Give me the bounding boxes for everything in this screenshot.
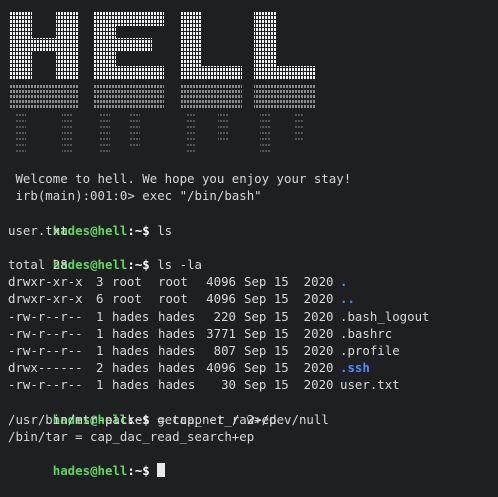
listing-name: .bash_logout <box>340 308 430 324</box>
listing-name: .profile <box>340 342 400 358</box>
listing-date: Sep 15 2020 <box>244 360 334 376</box>
listing-permissions: -rw-r--r-- <box>8 325 83 341</box>
irb-command-line: irb(main):001:0> exec "/bin/bash" <box>8 188 262 204</box>
listing-row: -rw-r--r-- 1 hades hades 220 Sep 15 2020 .bash… <box>8 308 498 325</box>
banner-reflection-faint <box>16 112 304 152</box>
listing-size: 3771 <box>206 325 236 341</box>
listing-size: 4096 <box>206 274 236 290</box>
listing-size: 220 <box>213 308 236 324</box>
listing-permissions: drwxr-xr-x <box>8 274 83 290</box>
listing-links: 3 <box>96 274 104 290</box>
prompt-line-ls: hades@hell:~$ ls <box>8 204 498 238</box>
listing-date: Sep 15 2020 <box>244 308 334 324</box>
listing-links: 1 <box>96 342 104 358</box>
terminal-output[interactable]: Welcome to hell. We hope you enjoy your … <box>8 170 498 478</box>
listing-links: 2 <box>96 360 104 376</box>
listing-date: Sep 15 2020 <box>244 325 334 341</box>
listing-owner: hades <box>112 342 150 358</box>
getcap-output-line: /bin/tar = cap_dac_read_search+ep <box>8 428 255 444</box>
listing-row: drwxr-xr-x 6 root root 4096 Sep 15 2020.. <box>8 290 498 307</box>
listing-size: 30 <box>221 377 236 393</box>
listing-owner: hades <box>112 325 150 341</box>
banner-letter-h <box>10 12 78 80</box>
prompt-line-active[interactable]: hades@hell:~$ <box>8 445 498 478</box>
listing-group: hades <box>158 377 196 393</box>
listing-date: Sep 15 2020 <box>244 274 334 290</box>
prompt-path: :~$ <box>127 256 150 272</box>
listing-row: drwxr-xr-x 3 root root 4096 Sep 15 2020. <box>8 273 498 290</box>
banner-letter-l2 <box>254 12 316 80</box>
command-text: ls -la <box>149 256 202 272</box>
listing-name: user.txt <box>340 377 400 393</box>
listing-group: hades <box>158 325 196 341</box>
listing-permissions: -rw-r--r-- <box>8 377 83 393</box>
listing-owner: hades <box>112 360 150 376</box>
listing-links: 6 <box>96 291 104 307</box>
command-text: ls <box>149 222 173 238</box>
ascii-art-banner <box>10 12 316 152</box>
listing-date: Sep 15 2020 <box>244 342 334 358</box>
listing-size: 4096 <box>206 291 236 307</box>
listing-owner: hades <box>112 308 150 324</box>
listing-date: Sep 15 2020 <box>244 291 334 307</box>
listing-date: Sep 15 2020 <box>244 377 334 393</box>
command-input[interactable] <box>150 463 157 478</box>
listing-row: -rw-r--r-- 1 hades hades 3771 Sep 15 2020 .bas… <box>8 325 498 342</box>
prompt-path: :~$ <box>127 463 150 479</box>
listing-permissions: drwx------ <box>8 360 83 376</box>
welcome-message: Welcome to hell. We hope you enjoy your … <box>8 171 352 186</box>
listing-size: 4096 <box>206 360 236 376</box>
listing-permissions: drwxr-xr-x <box>8 291 83 307</box>
listing-row: -rw-r--r-- 1 hades hades 807 Sep 15 2020 .prof… <box>8 342 498 359</box>
listing-name: .ssh <box>340 360 370 376</box>
prompt-line-getcap: hades@hell:~$ getcap -r / 2>/dev/null <box>8 393 498 427</box>
terminal-window[interactable]: Welcome to hell. We hope you enjoy your … <box>0 0 498 478</box>
prompt-path: :~$ <box>127 222 150 238</box>
listing-links: 1 <box>96 308 104 324</box>
banner-reflection-dim <box>10 84 316 110</box>
banner-letter-l1 <box>180 12 242 80</box>
listing-row: -rw-r--r-- 1 hades hades 30 Sep 15 2020 user.t… <box>8 376 498 393</box>
prompt-user-host: hades@hell <box>52 463 128 479</box>
text-cursor <box>157 463 166 478</box>
listing-group: root <box>158 274 188 290</box>
listing-group: hades <box>158 342 196 358</box>
banner-letter-e <box>94 12 164 80</box>
listing-group: hades <box>158 360 196 376</box>
listing-owner: root <box>112 274 142 290</box>
listing-links: 1 <box>96 325 104 341</box>
listing-owner: hades <box>112 377 150 393</box>
listing-permissions: -rw-r--r-- <box>8 342 83 358</box>
listing-permissions: -rw-r--r-- <box>8 308 83 324</box>
listing-size: 807 <box>213 342 236 358</box>
listing-name: . <box>340 274 348 290</box>
listing-row: drwx------ 2 hades hades 4096 Sep 15 2020 .ssh <box>8 359 498 376</box>
listing-group: hades <box>158 308 196 324</box>
listing-group: root <box>158 291 188 307</box>
prompt-line-ls-la: hades@hell:~$ ls -la <box>8 239 498 272</box>
listing-name: .. <box>340 291 355 307</box>
directory-listing: drwxr-xr-x 3 root root 4096 Sep 15 2020. drwxr… <box>8 273 498 393</box>
listing-name: .bashrc <box>340 325 393 341</box>
listing-links: 1 <box>96 377 104 393</box>
getcap-output-line: /usr/bin/mtr-packet = cap_net_raw+ep <box>8 411 277 427</box>
listing-owner: root <box>112 291 142 307</box>
